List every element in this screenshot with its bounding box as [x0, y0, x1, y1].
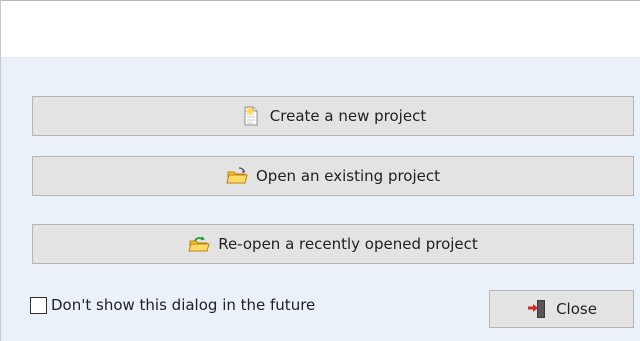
checkbox-box[interactable]: [30, 296, 47, 314]
start-dialog: Create a new project Open an existing pr…: [0, 0, 640, 341]
create-project-button[interactable]: Create a new project: [32, 96, 634, 136]
recent-folder-icon: [188, 233, 210, 255]
open-folder-icon: [226, 165, 248, 187]
open-project-label: Open an existing project: [255, 167, 441, 185]
reopen-project-label: Re-open a recently opened project: [218, 235, 478, 253]
open-project-button[interactable]: Open an existing project: [32, 156, 634, 196]
new-document-sparkle-icon: [240, 105, 262, 127]
dont-show-label: Don't show this dialog in the future: [51, 296, 316, 314]
dont-show-checkbox[interactable]: Don't show this dialog in the future: [30, 296, 315, 314]
close-button[interactable]: Close: [489, 290, 634, 328]
close-label: Close: [556, 300, 597, 318]
exit-door-icon: [526, 298, 548, 320]
create-project-label: Create a new project: [269, 107, 427, 125]
dialog-header-area: [1, 1, 640, 57]
dialog-panel: Create a new project Open an existing pr…: [1, 57, 640, 341]
dialog-footer: Don't show this dialog in the future Clo…: [1, 286, 640, 328]
reopen-project-button[interactable]: Re-open a recently opened project: [32, 224, 634, 264]
